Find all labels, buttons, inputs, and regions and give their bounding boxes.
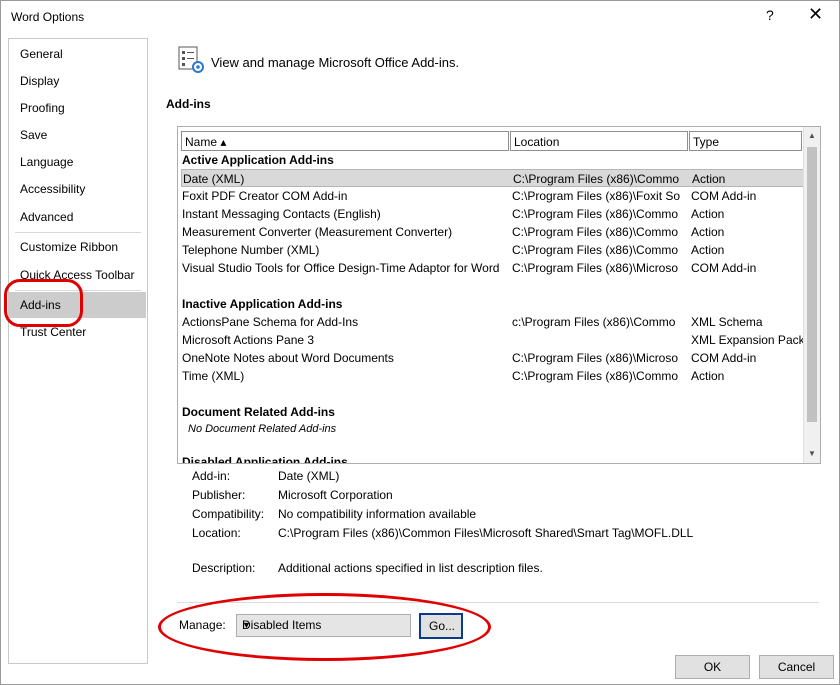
scroll-down-arrow-icon[interactable]: ▼: [808, 449, 816, 458]
add-ins-list[interactable]: Name ▴ Location Type Active Application …: [177, 126, 821, 464]
detail-compatibility-label: Compatibility:: [192, 507, 265, 521]
word-options-dialog: Word Options ? ✕ General Display Proofin…: [0, 0, 840, 685]
sidebar-item-save[interactable]: Save: [9, 122, 146, 148]
column-header-type[interactable]: Type: [689, 131, 802, 151]
scroll-up-arrow-icon[interactable]: ▲: [808, 131, 816, 140]
cancel-button[interactable]: Cancel: [759, 655, 834, 679]
title-bar: Word Options ? ✕: [1, 1, 839, 33]
group-header-inactive: Inactive Application Add-ins: [182, 297, 343, 311]
table-row[interactable]: Date (XML) C:\Program Files (x86)\Commo …: [181, 169, 805, 187]
category-sidebar: General Display Proofing Save Language A…: [8, 38, 148, 664]
sidebar-item-customize-ribbon[interactable]: Customize Ribbon: [9, 234, 146, 260]
list-scrollbar[interactable]: ▲ ▼: [803, 127, 820, 463]
sidebar-item-advanced[interactable]: Advanced: [9, 204, 146, 230]
table-row[interactable]: Instant Messaging Contacts (English) C:\…: [181, 205, 803, 223]
table-row[interactable]: Time (XML) C:\Program Files (x86)\Commo …: [181, 367, 803, 385]
highlight-annotation-manage: [158, 593, 491, 661]
sidebar-item-display[interactable]: Display: [9, 68, 146, 94]
detail-compatibility-value: No compatibility information available: [278, 507, 477, 521]
add-ins-icon: [178, 46, 204, 73]
table-row[interactable]: Foxit PDF Creator COM Add-in C:\Program …: [181, 187, 803, 205]
detail-description-value: Additional actions specified in list des…: [278, 561, 543, 575]
group-header-document: Document Related Add-ins: [182, 405, 335, 419]
table-row[interactable]: Measurement Converter (Measurement Conve…: [181, 223, 803, 241]
close-button[interactable]: ✕: [808, 4, 823, 25]
table-row[interactable]: ActionsPane Schema for Add-Ins c:\Progra…: [181, 313, 803, 331]
sidebar-item-proofing[interactable]: Proofing: [9, 95, 146, 121]
group-header-active: Active Application Add-ins: [182, 153, 334, 167]
table-row[interactable]: Visual Studio Tools for Office Design-Ti…: [181, 259, 803, 277]
window-title: Word Options: [11, 10, 85, 24]
detail-location-value: C:\Program Files (x86)\Common Files\Micr…: [278, 526, 694, 540]
header-description: View and manage Microsoft Office Add-ins…: [211, 55, 460, 70]
sidebar-item-language[interactable]: Language: [9, 149, 146, 175]
column-header-location[interactable]: Location: [510, 131, 688, 151]
detail-addin-value: Date (XML): [278, 469, 340, 483]
detail-publisher-label: Publisher:: [192, 488, 246, 502]
detail-publisher-value: Microsoft Corporation: [278, 488, 393, 502]
table-row[interactable]: OneNote Notes about Word Documents C:\Pr…: [181, 349, 803, 367]
sidebar-item-general[interactable]: General: [9, 41, 146, 67]
detail-description-label: Description:: [192, 561, 256, 575]
sidebar-item-accessibility[interactable]: Accessibility: [9, 176, 146, 202]
empty-group-message: No Document Related Add-ins: [188, 423, 337, 435]
detail-addin-label: Add-in:: [192, 469, 231, 483]
ok-button[interactable]: OK: [675, 655, 750, 679]
table-row[interactable]: Microsoft Actions Pane 3 XML Expansion P…: [181, 331, 805, 349]
detail-location-label: Location:: [192, 526, 241, 540]
column-header-name[interactable]: Name ▴: [181, 131, 509, 151]
scrollbar-thumb[interactable]: [807, 147, 817, 422]
section-title: Add-ins: [166, 97, 211, 111]
help-button[interactable]: ?: [766, 7, 774, 23]
table-row[interactable]: Telephone Number (XML) C:\Program Files …: [181, 241, 803, 259]
group-header-disabled: Disabled Application Add-ins: [182, 455, 348, 464]
highlight-annotation-add-ins: [4, 279, 83, 327]
sidebar-divider: [15, 232, 141, 233]
